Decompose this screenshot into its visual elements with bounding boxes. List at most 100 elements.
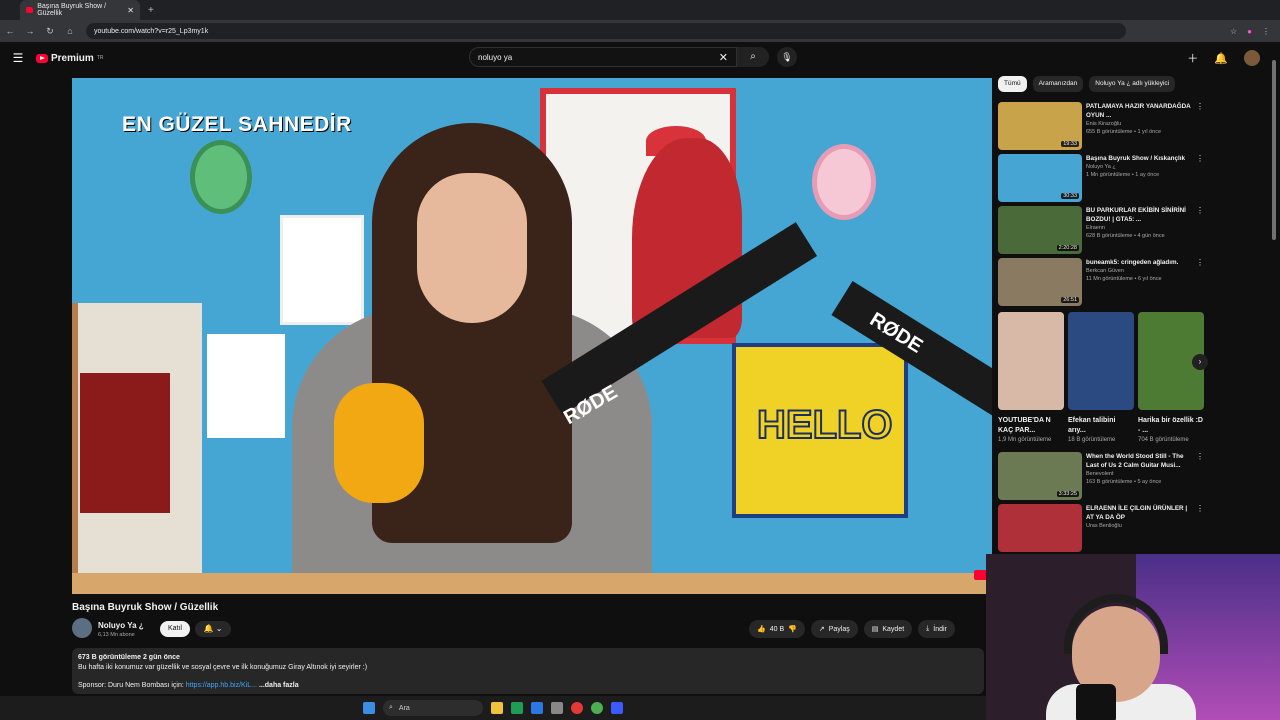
taskbar-search[interactable]: ⌕ Ara <box>383 700 483 716</box>
video-thumbnail[interactable]: 26:51 <box>998 258 1082 306</box>
video-title: Başına Buyruk Show / Güzellik <box>72 602 219 613</box>
browser-tab[interactable]: Başına Buyruk Show / Güzellik ✕ <box>20 0 140 20</box>
dislike-icon[interactable]: 👎 <box>788 625 797 633</box>
close-tab-icon[interactable]: ✕ <box>127 6 134 15</box>
related-video-channel[interactable]: Berkcan Güven <box>1086 267 1194 275</box>
hello-poster-text: HELLO <box>756 402 894 448</box>
channel-avatar[interactable] <box>72 618 92 638</box>
account-avatar[interactable] <box>1244 50 1260 66</box>
chip-all[interactable]: Tümü <box>998 76 1027 92</box>
related-video-item[interactable]: 26:51 buneamk5: cringeden ağladım. Berkc… <box>998 258 1204 306</box>
hamburger-menu-icon[interactable]: ☰ <box>0 51 36 65</box>
settings-icon[interactable] <box>551 702 563 714</box>
short-title[interactable]: YOUTUBE'DA N KAÇ PAR... <box>998 416 1064 436</box>
more-options-icon[interactable]: ⋮ <box>1196 258 1204 267</box>
word-icon[interactable] <box>531 702 543 714</box>
save-icon: ▤ <box>871 626 879 633</box>
related-video-item[interactable]: ELRAENN İLE ÇILGIN ÜRÜNLER | AT YA DA ÖP… <box>998 504 1204 552</box>
related-video-title[interactable]: BU PARKURLAR EKİBİN SİNİRİNİ BOZDU! | GT… <box>1086 206 1194 224</box>
media-app-icon[interactable] <box>571 702 583 714</box>
tab-title: Başına Buyruk Show / Güzellik <box>37 3 107 17</box>
download-button[interactable]: ⤓ İndir <box>918 620 955 638</box>
short-item[interactable]: Harika bir özellik :D - ... 704 B görünt… <box>1138 312 1204 444</box>
related-video-item[interactable]: 30:33 Başına Buyruk Show / Kıskançlık No… <box>998 154 1204 202</box>
scrollbar[interactable] <box>1272 60 1276 240</box>
more-options-icon[interactable]: ⋮ <box>1196 504 1204 513</box>
chrome-icon[interactable] <box>591 702 603 714</box>
like-icon: 👍 <box>757 626 766 633</box>
forward-icon[interactable]: → <box>20 26 40 36</box>
reload-icon[interactable]: ↻ <box>40 26 60 37</box>
search-input[interactable]: noluyo ya ✕ <box>469 47 737 67</box>
windows-taskbar: ⌕ Ara <box>0 696 986 720</box>
star-icon[interactable]: ☆ <box>1230 27 1237 36</box>
notifications-bell-icon[interactable]: 🔔 <box>1214 52 1228 65</box>
like-button[interactable]: 👍 40 B 👎 <box>749 620 805 638</box>
short-title[interactable]: Harika bir özellik :D - ... <box>1138 416 1204 436</box>
video-actions: 👍 40 B 👎 ↗ Paylaş ▤ Kaydet ⤓ İndir <box>749 620 955 638</box>
related-video-title[interactable]: Başına Buyruk Show / Kıskançlık <box>1086 154 1194 163</box>
voice-search-icon[interactable]: 🎙 <box>777 47 797 67</box>
menu-dots-icon[interactable]: ⋮ <box>1262 27 1270 36</box>
channel-name[interactable]: Noluyo Ya ¿ <box>98 621 144 630</box>
share-button[interactable]: ↗ Paylaş <box>810 620 858 638</box>
short-thumbnail[interactable] <box>1068 312 1134 410</box>
video-duration: 3:33:25 <box>1056 491 1079 497</box>
framed-drawing <box>280 215 364 325</box>
url-field[interactable]: youtube.com/watch?v=r25_Lp3my1k <box>86 23 1126 39</box>
related-video-channel[interactable]: Elraenn <box>1086 224 1194 232</box>
sponsor-link[interactable]: https://app.hb.biz/KiL... <box>186 682 257 689</box>
short-thumbnail[interactable] <box>998 312 1064 410</box>
related-video-channel[interactable]: Enis Kirazoğlu <box>1086 120 1194 128</box>
related-video-item[interactable]: 3:33:25 When the World Stood Still - The… <box>998 452 1204 500</box>
short-item[interactable]: Efekan talibini arıy... 18 B görüntüleme <box>1068 312 1134 444</box>
related-video-info: Başına Buyruk Show / Kıskançlık Noluyo Y… <box>1086 154 1194 202</box>
more-options-icon[interactable]: ⋮ <box>1196 102 1204 111</box>
video-player[interactable]: HELLO RØDE RØDE EN GÜZEL SAHNEDİR <box>72 78 992 594</box>
related-video-item[interactable]: 2:20:28 BU PARKURLAR EKİBİN SİNİRİNİ BOZ… <box>998 206 1204 254</box>
back-icon[interactable]: ← <box>0 26 20 36</box>
app-icon[interactable] <box>611 702 623 714</box>
save-button[interactable]: ▤ Kaydet <box>863 620 913 638</box>
share-icon: ↗ <box>818 626 825 633</box>
excel-icon[interactable] <box>511 702 523 714</box>
short-item[interactable]: YOUTUBE'DA N KAÇ PAR... 1,9 Mn görüntüle… <box>998 312 1064 444</box>
short-title[interactable]: Efekan talibini arıy... <box>1068 416 1134 436</box>
search-button[interactable]: ⌕ <box>737 47 769 67</box>
related-video-title[interactable]: PATLAMAYA HAZIR YANARDAĞDA OYUN ... <box>1086 102 1194 120</box>
related-video-title[interactable]: ELRAENN İLE ÇILGIN ÜRÜNLER | AT YA DA ÖP <box>1086 504 1194 522</box>
round-frame-right <box>812 144 876 220</box>
more-options-icon[interactable]: ⋮ <box>1196 154 1204 163</box>
related-video-item[interactable]: 19:33 PATLAMAYA HAZIR YANARDAĞDA OYUN ..… <box>998 102 1204 150</box>
video-thumbnail[interactable]: 19:33 <box>998 102 1082 150</box>
new-tab-icon[interactable]: + <box>148 5 154 16</box>
home-icon[interactable]: ⌂ <box>60 26 80 36</box>
extension-icon[interactable]: ● <box>1247 27 1252 36</box>
show-more-link[interactable]: ...daha fazla <box>259 682 299 689</box>
related-video-title[interactable]: buneamk5: cringeden ağladım. <box>1086 258 1194 267</box>
related-video-title[interactable]: When the World Stood Still - The Last of… <box>1086 452 1194 470</box>
related-video-channel[interactable]: Uras Benlioğlu <box>1086 522 1194 530</box>
join-button[interactable]: Katıl <box>160 621 190 637</box>
video-thumbnail[interactable] <box>998 504 1082 552</box>
clear-search-icon[interactable]: ✕ <box>719 51 728 64</box>
related-video-channel[interactable]: Noluyo Ya ¿ <box>1086 163 1194 171</box>
youtube-premium-logo[interactable]: Premium TR <box>36 53 103 64</box>
video-thumbnail[interactable]: 30:33 <box>998 154 1082 202</box>
video-duration: 26:51 <box>1061 297 1079 303</box>
chip-from-search[interactable]: Aramanızdan <box>1032 76 1084 92</box>
subscription-bell-button[interactable]: 🔔 ⌄ <box>195 621 231 637</box>
more-options-icon[interactable]: ⋮ <box>1196 206 1204 215</box>
video-thumbnail[interactable]: 2:20:28 <box>998 206 1082 254</box>
more-options-icon[interactable]: ⋮ <box>1196 452 1204 461</box>
chip-from-uploader[interactable]: Noluyo Ya ¿ adlı yükleyici <box>1089 76 1176 92</box>
description-box[interactable]: 673 B görüntüleme 2 gün önce Bu hafta ik… <box>72 648 984 694</box>
shorts-next-icon[interactable]: › <box>1192 354 1208 370</box>
create-icon[interactable]: ＋ <box>1187 50 1198 66</box>
related-video-channel[interactable]: Benevolent <box>1086 470 1194 478</box>
subscriber-count: 6,13 Mn abone <box>98 632 135 638</box>
start-menu-icon[interactable] <box>363 702 375 714</box>
file-explorer-icon[interactable] <box>491 702 503 714</box>
address-bar-row: ← → ↻ ⌂ youtube.com/watch?v=r25_Lp3my1k … <box>0 20 1280 42</box>
video-thumbnail[interactable]: 3:33:25 <box>998 452 1082 500</box>
